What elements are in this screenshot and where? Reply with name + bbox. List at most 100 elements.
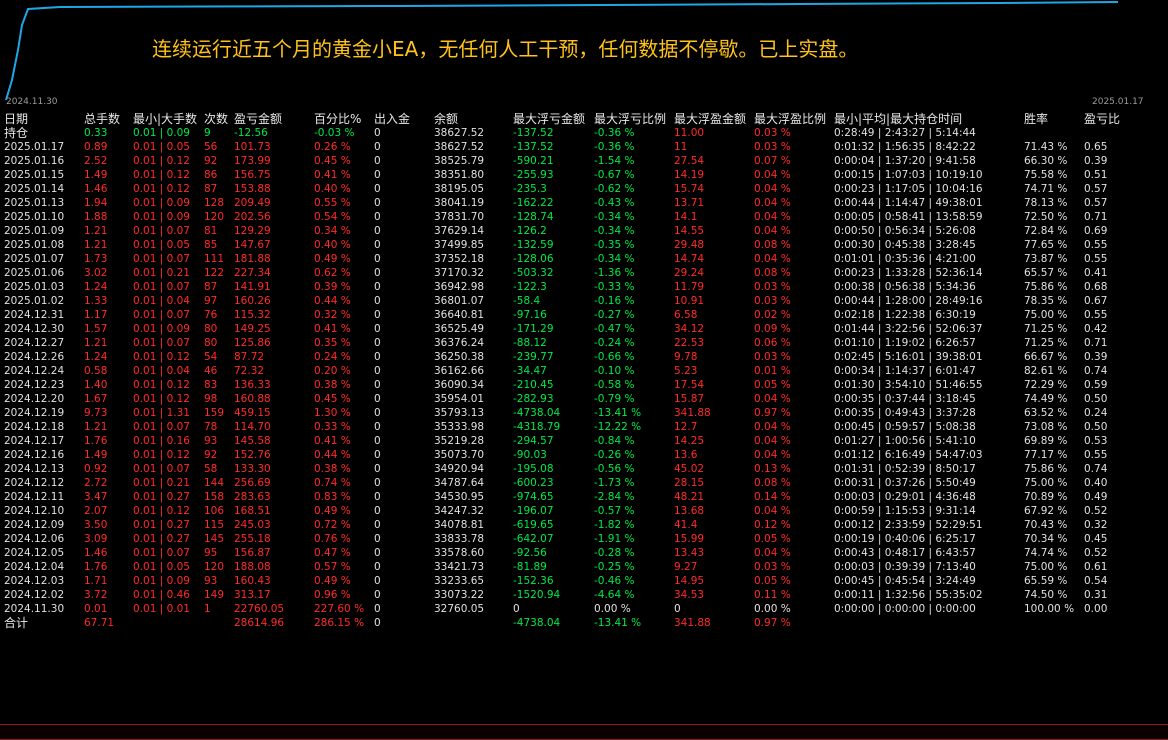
cell-pf: 0.45 xyxy=(1084,533,1108,545)
cell-balance: 35073.70 xyxy=(434,449,485,461)
cell-mfp: 9.27 xyxy=(674,561,698,573)
cell-mfl: -1520.94 xyxy=(513,589,561,601)
cell-pf: 0.50 xyxy=(1084,393,1108,405)
cell-date: 2024.11.30 xyxy=(4,603,65,615)
cell-balance: 33578.60 xyxy=(434,547,485,559)
cell-pnl: 227.34 xyxy=(234,267,271,279)
cell-time: 0:01:31 | 0:52:39 | 8:50:17 xyxy=(834,463,976,475)
cell-pf: 0.71 xyxy=(1084,211,1108,223)
cell-date: 2025.01.09 xyxy=(4,225,65,237)
cell-pf: 0.55 xyxy=(1084,253,1108,265)
cell-mflp: -0.58 % xyxy=(594,379,635,391)
cell-pct: 0.62 % xyxy=(314,267,351,279)
cell-mflp: -0.35 % xyxy=(594,239,635,251)
cell-pnl: 125.86 xyxy=(234,337,271,349)
stats-table: 日期 总手数 最小|大手数 次数 盈亏金额 百分比% 出入金 余额 最大浮亏金额… xyxy=(0,108,1168,740)
cell-date: 2024.12.27 xyxy=(4,337,65,349)
cell-mflp: -0.56 % xyxy=(594,463,635,475)
cell-minmax: 0.01 | 0.04 xyxy=(133,365,190,377)
equity-chart: 连续运行近五个月的黄金小EA，无任何人工干预，任何数据不停歇。已上实盘。 202… xyxy=(0,0,1168,108)
cell-mflp: -0.36 % xyxy=(594,141,635,153)
cell-count: 85 xyxy=(204,239,218,251)
cell-time: 0:00:44 | 1:28:00 | 28:49:16 xyxy=(834,295,983,307)
cell-time: 0:00:44 | 1:14:47 | 49:38:01 xyxy=(834,197,983,209)
cell-count: 93 xyxy=(204,435,218,447)
cell-lots: 1.46 xyxy=(84,183,108,195)
cell-mflp: -0.84 % xyxy=(594,435,635,447)
cell-mfpp: 0.04 % xyxy=(754,547,791,559)
cell-date: 2024.12.11 xyxy=(4,491,65,503)
cell-win: 63.52 % xyxy=(1024,407,1068,419)
cell-time: 0:01:32 | 1:56:35 | 8:42:22 xyxy=(834,141,976,153)
cell-pct: 0.72 % xyxy=(314,519,351,531)
cell-mflp: -0.10 % xyxy=(594,365,635,377)
cell-win: 74.71 % xyxy=(1024,183,1068,195)
cell-balance: 36250.38 xyxy=(434,351,485,363)
cell-date: 2024.12.12 xyxy=(4,477,65,489)
cell-count: 81 xyxy=(204,225,218,237)
cell-minmax: 0.01 | 0.12 xyxy=(133,393,190,405)
cell-win: 66.67 % xyxy=(1024,351,1068,363)
cell-count: 92 xyxy=(204,449,218,461)
cell-balance: 38351.80 xyxy=(434,169,485,181)
table-row: 2025.01.15 1.49 0.01 | 0.12 86 156.75 0.41 % 0… xyxy=(0,168,1168,182)
cell-win: 70.89 % xyxy=(1024,491,1068,503)
cell-deposit: 0 xyxy=(374,323,381,335)
cell-date: 2025.01.15 xyxy=(4,169,65,181)
cell-date: 2024.12.23 xyxy=(4,379,65,391)
cell-pct: 0.49 % xyxy=(314,575,351,587)
cell-mfpp: 0.05 % xyxy=(754,533,791,545)
cell-date: 2024.12.24 xyxy=(4,365,65,377)
cell-pnl: 181.88 xyxy=(234,253,271,265)
cell-pnl: 168.51 xyxy=(234,505,271,517)
cell-pct: 0.54 % xyxy=(314,211,351,223)
cell-pct: 0.45 % xyxy=(314,155,351,167)
cell-mfp: 6.58 xyxy=(674,309,698,321)
cell-time: 0:00:12 | 2:33:59 | 52:29:51 xyxy=(834,519,983,531)
cell-mfpp: 0.06 % xyxy=(754,337,791,349)
cell-lots: 3.47 xyxy=(84,491,108,503)
cell-pnl: 149.25 xyxy=(234,323,271,335)
table-row: 2024.12.30 1.57 0.01 | 0.09 80 149.25 0.41 % 0… xyxy=(0,322,1168,336)
cell-count: 92 xyxy=(204,155,218,167)
cell-mflp: -0.16 % xyxy=(594,295,635,307)
cell-balance: 34247.32 xyxy=(434,505,485,517)
cell-pct: 0.40 % xyxy=(314,183,351,195)
cell-date: 2025.01.06 xyxy=(4,267,65,279)
cell-pnl: 160.43 xyxy=(234,575,271,587)
table-row: 2025.01.08 1.21 0.01 | 0.05 85 147.67 0.40 % 0… xyxy=(0,238,1168,252)
header-deposit: 出入金 xyxy=(374,112,411,126)
cell-date: 2025.01.02 xyxy=(4,295,65,307)
cell-deposit: 0 xyxy=(374,267,381,279)
cell-win: 75.00 % xyxy=(1024,561,1068,573)
cell-pct: 1.30 % xyxy=(314,407,351,419)
cell-count: 98 xyxy=(204,393,218,405)
cell-mflp: -0.66 % xyxy=(594,351,635,363)
cell-mfp: 13.43 xyxy=(674,547,705,559)
cell-mfpp: 0.03 % xyxy=(754,295,791,307)
table-row: 2025.01.17 0.89 0.01 | 0.05 56 101.73 0.26 % 0… xyxy=(0,140,1168,154)
table-row: 2025.01.09 1.21 0.01 | 0.07 81 129.29 0.34 % 0… xyxy=(0,224,1168,238)
cell-date: 2024.12.10 xyxy=(4,505,65,517)
cell-mfl: -239.77 xyxy=(513,351,554,363)
cell-balance: 35219.28 xyxy=(434,435,485,447)
cell-count: 80 xyxy=(204,323,218,335)
cell-lots: 9.73 xyxy=(84,407,108,419)
cell-pf: 0.54 xyxy=(1084,575,1108,587)
cell-mfpp: 0.04 % xyxy=(754,253,791,265)
table-row: 2024.12.16 1.49 0.01 | 0.12 92 152.76 0.44 % 0… xyxy=(0,448,1168,462)
cell-mfl: 0 xyxy=(513,603,520,615)
cell-balance: 36942.98 xyxy=(434,281,485,293)
cell-mflp: -1.36 % xyxy=(594,267,635,279)
cell-date: 2024.12.05 xyxy=(4,547,65,559)
cell-win: 77.65 % xyxy=(1024,239,1068,251)
cell-win: 74.74 % xyxy=(1024,547,1068,559)
header-date: 日期 xyxy=(4,112,29,126)
header-minmax: 最小|大手数 xyxy=(133,112,198,126)
cell-deposit: 0 xyxy=(374,589,381,601)
cell-minmax: 0.01 | 0.12 xyxy=(133,169,190,181)
table-row: 2024.12.27 1.21 0.01 | 0.07 80 125.86 0.35 % 0… xyxy=(0,336,1168,350)
cell-time: 0:00:35 | 0:37:44 | 3:18:45 xyxy=(834,393,976,405)
cell-lots: 3.50 xyxy=(84,519,108,531)
cell-mfl: -235.3 xyxy=(513,183,547,195)
